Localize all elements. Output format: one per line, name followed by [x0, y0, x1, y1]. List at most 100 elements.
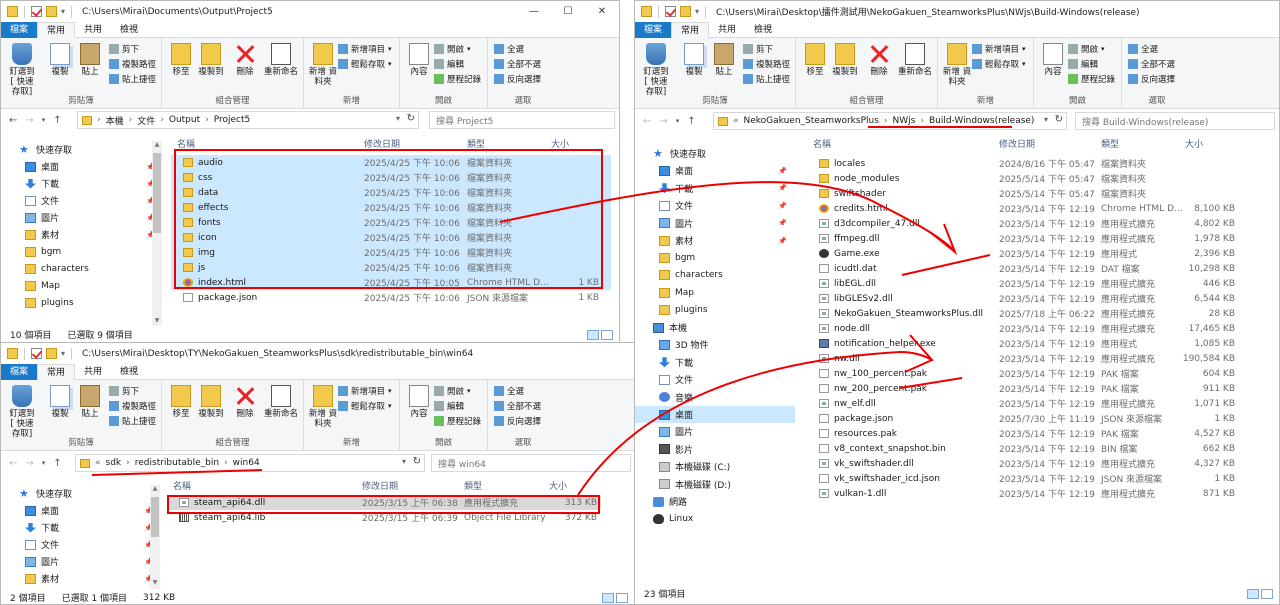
copy-path-button[interactable]: 複製路徑 — [109, 58, 156, 70]
move-to-button[interactable]: 移至 — [166, 43, 196, 77]
new-item-button[interactable]: 新增項目 ▾ — [338, 43, 392, 55]
file-row[interactable]: d3dcompiler_47.dll 2023/5/14 下午 12:19 應用程式… — [807, 216, 1277, 231]
pin-quick-access-button[interactable]: 釘選到 [ 快速存取] — [7, 43, 37, 97]
pin-quick-access-button[interactable]: 釘選到 [ 快速存取] — [7, 385, 37, 439]
cut-button[interactable]: 剪下 — [743, 43, 773, 55]
large-icons-view-icon[interactable] — [601, 329, 613, 340]
recent-icon[interactable]: ▾ — [42, 116, 46, 124]
file-row[interactable]: audio 2025/4/25 下午 10:06 檔案資料夾 — [171, 155, 611, 170]
chevron-down-icon[interactable]: ▾ — [1044, 115, 1048, 124]
properties-button[interactable]: 內容 — [1038, 43, 1068, 77]
history-button[interactable]: 歷程記錄 — [434, 415, 481, 427]
breadcrumb-item[interactable]: Output — [169, 115, 200, 125]
sidebar-item[interactable]: 素材 📌 — [635, 232, 795, 249]
cut-button[interactable]: 剪下 — [109, 385, 139, 397]
copy-path-button[interactable]: 複製路徑 — [743, 58, 790, 70]
sidebar-scrollbar[interactable]: ▲ ▼ — [152, 141, 162, 327]
file-row[interactable]: steam_api64.dll 2025/3/15 上午 06:38 應用程式擴充 3… — [169, 495, 601, 510]
file-row[interactable]: js 2025/4/25 下午 10:06 檔案資料夾 — [171, 260, 611, 275]
sidebar-item[interactable]: 素材 📌 — [1, 570, 161, 587]
breadcrumb-item[interactable]: NWjs — [893, 116, 916, 126]
chevron-down-icon[interactable]: ▾ — [61, 7, 65, 16]
recent-icon[interactable]: ▾ — [676, 117, 680, 125]
tab-share[interactable]: 共用 — [709, 22, 745, 38]
edit-button[interactable]: 編輯 — [434, 400, 464, 412]
back-icon[interactable]: ← — [9, 458, 17, 469]
sidebar-scrollbar[interactable]: ▲ ▼ — [150, 485, 160, 589]
file-row[interactable]: nw_elf.dll 2023/5/14 下午 12:19 應用程式擴充 1,071 … — [807, 396, 1277, 411]
sidebar-item[interactable]: 下載 — [635, 354, 795, 371]
move-to-button[interactable]: 移至 — [800, 43, 830, 77]
column-header-size[interactable]: 大小 — [551, 137, 569, 150]
large-icons-view-icon[interactable] — [616, 592, 628, 603]
sidebar-item[interactable]: Linux — [635, 510, 795, 527]
tab-share[interactable]: 共用 — [75, 22, 111, 38]
delete-button[interactable]: 刪除 — [230, 385, 260, 419]
breadcrumb-item[interactable]: NekoGakuen_SteamworksPlus — [744, 116, 879, 126]
properties-quick-icon[interactable] — [31, 6, 42, 17]
file-row[interactable]: img 2025/4/25 下午 10:06 檔案資料夾 — [171, 245, 611, 260]
sidebar-item[interactable]: 素材 📌 — [1, 226, 163, 243]
sidebar-item[interactable]: characters — [1, 260, 163, 277]
open-button[interactable]: 開啟 ▾ — [434, 43, 471, 55]
sidebar-item[interactable]: 桌面 📌 — [1, 158, 163, 175]
properties-button[interactable]: 內容 — [404, 43, 434, 77]
properties-quick-icon[interactable] — [665, 6, 676, 17]
paste-button[interactable]: 貼上 — [75, 385, 105, 419]
file-row[interactable]: package.json 2025/4/25 下午 10:06 JSON 來源檔案 1… — [171, 290, 611, 305]
up-icon[interactable]: ↑ — [53, 458, 61, 469]
history-button[interactable]: 歷程記錄 — [434, 73, 481, 85]
sidebar-item[interactable]: 文件 📌 — [1, 536, 161, 553]
sidebar-item[interactable]: bgm — [635, 249, 795, 266]
sidebar-item[interactable]: 本機磁碟 (C:) — [635, 458, 795, 475]
file-row[interactable]: fonts 2025/4/25 下午 10:06 檔案資料夾 — [171, 215, 611, 230]
sidebar-item[interactable]: plugins — [635, 302, 795, 319]
copy-button[interactable]: 複製 — [45, 385, 75, 419]
rename-button[interactable]: 重新命名 — [262, 43, 300, 77]
sidebar-item[interactable]: 音樂 — [635, 389, 795, 406]
new-folder-quick-icon[interactable] — [46, 6, 57, 17]
chevron-down-icon[interactable]: ▾ — [396, 114, 400, 123]
details-view-icon[interactable] — [602, 592, 614, 603]
pin-icon[interactable]: 📌 — [778, 237, 787, 245]
new-item-button[interactable]: 新增項目 ▾ — [972, 43, 1026, 55]
sidebar-item[interactable]: 桌面 — [635, 406, 795, 423]
paste-button[interactable]: 貼上 — [75, 43, 105, 77]
file-row[interactable]: libEGL.dll 2023/5/14 下午 12:19 應用程式擴充 446 KB — [807, 276, 1277, 291]
file-row[interactable]: locales 2024/8/16 下午 05:47 檔案資料夾 — [807, 156, 1277, 171]
select-all-button[interactable]: 全選 — [1128, 43, 1158, 55]
sidebar-item[interactable]: Map — [1, 277, 163, 294]
edit-button[interactable]: 編輯 — [434, 58, 464, 70]
sidebar-item[interactable]: 圖片 📌 — [1, 553, 161, 570]
refresh-icon[interactable]: ↻ — [1055, 114, 1063, 125]
paste-shortcut-button[interactable]: 貼上捷徑 — [109, 415, 156, 427]
invert-selection-button[interactable]: 反向選擇 — [494, 415, 541, 427]
select-all-button[interactable]: 全選 — [494, 43, 524, 55]
sidebar-item[interactable]: 本機磁碟 (D:) — [635, 476, 795, 493]
sidebar-item[interactable]: 影片 — [635, 441, 795, 458]
column-header-name[interactable]: 名稱 — [813, 137, 831, 150]
file-row[interactable]: icon 2025/4/25 下午 10:06 檔案資料夾 — [171, 230, 611, 245]
pin-icon[interactable]: 📌 — [778, 202, 787, 210]
file-row[interactable]: Game.exe 2023/5/14 下午 12:19 應用程式 2,396 KB — [807, 246, 1277, 261]
edit-button[interactable]: 編輯 — [1068, 58, 1098, 70]
new-item-button[interactable]: 新增項目 ▾ — [338, 385, 392, 397]
file-row[interactable]: steam_api64.lib 2025/3/15 上午 06:39 Object … — [169, 510, 601, 525]
chevron-down-icon[interactable]: ▾ — [402, 457, 406, 466]
properties-button[interactable]: 內容 — [404, 385, 434, 419]
file-row[interactable]: index.html 2025/4/25 下午 10:05 Chrome HTML … — [171, 275, 611, 290]
sidebar-item[interactable]: 下載 📌 — [1, 519, 161, 536]
paste-shortcut-button[interactable]: 貼上捷徑 — [109, 73, 156, 85]
file-row[interactable]: resources.pak 2023/5/14 下午 12:19 PAK 檔案 4,5… — [807, 426, 1277, 441]
sidebar-item[interactable]: ★ 快速存取 — [1, 485, 161, 502]
history-button[interactable]: 歷程記錄 — [1068, 73, 1115, 85]
file-row[interactable]: v8_context_snapshot.bin 2023/5/14 下午 12:1… — [807, 441, 1277, 456]
address-bar[interactable]: « NekoGakuen_SteamworksPlus › NWjs › Build… — [713, 112, 1067, 130]
file-row[interactable]: effects 2025/4/25 下午 10:06 檔案資料夾 — [171, 200, 611, 215]
column-header-name[interactable]: 名稱 — [177, 137, 195, 150]
file-row[interactable]: package.json 2025/7/30 上午 11:19 JSON 來源檔案 1… — [807, 411, 1277, 426]
forward-icon[interactable]: → — [25, 115, 33, 126]
sidebar-item[interactable]: 文件 — [635, 371, 795, 388]
sidebar-item[interactable]: characters — [635, 267, 795, 284]
breadcrumb-item[interactable]: 文件 — [137, 114, 155, 127]
